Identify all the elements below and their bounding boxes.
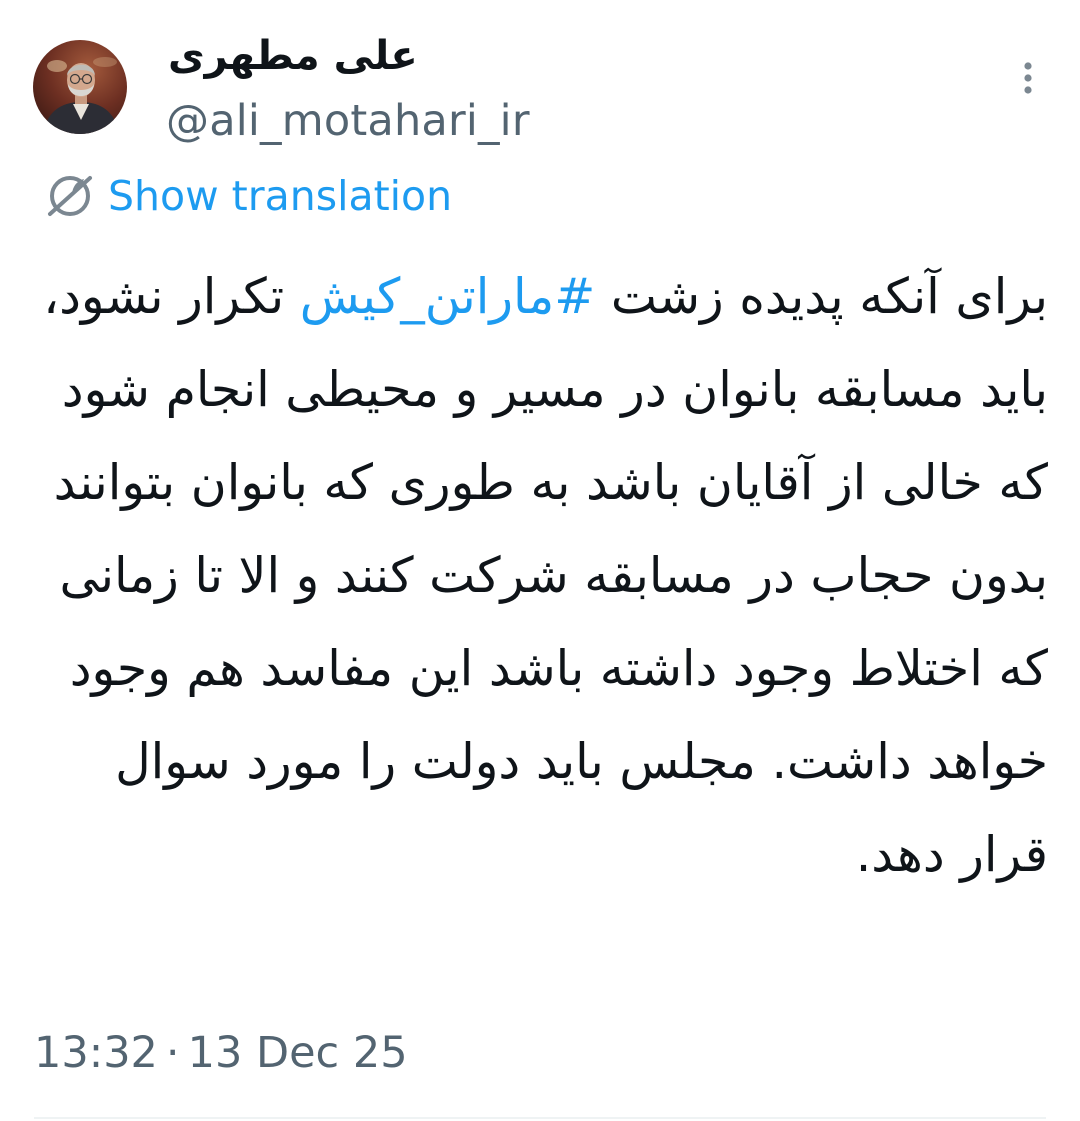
tweet-text-rest: تکرار نشود، باید مسابقه بانوان در مسیر و… — [43, 268, 1048, 883]
avatar-image — [33, 40, 127, 134]
tweet-timestamp[interactable]: 13:32 · 13 Dec 25 — [34, 1025, 408, 1081]
timestamp-separator: · — [165, 1028, 180, 1078]
globe-translate-icon — [48, 176, 92, 216]
tweet-text-start: برای آنکه پدیده زشت — [595, 268, 1048, 325]
tweet-time: 13:32 — [34, 1028, 158, 1078]
avatar[interactable] — [33, 40, 127, 134]
divider — [34, 1117, 1046, 1119]
more-vertical-icon[interactable] — [1012, 58, 1044, 98]
show-translation-button[interactable]: Show translation — [42, 168, 452, 224]
author-handle[interactable]: @ali_motahari_ir — [166, 93, 530, 149]
tweet-date: 13 Dec 25 — [187, 1028, 408, 1078]
hashtag-link[interactable]: #ماراتن_کیش — [300, 268, 596, 325]
tweet-text: برای آنکه پدیده زشت #ماراتن_کیش تکرار نش… — [34, 250, 1048, 901]
show-translation-label: Show translation — [108, 172, 453, 220]
author-display-name[interactable]: علی مطهری — [168, 30, 418, 82]
